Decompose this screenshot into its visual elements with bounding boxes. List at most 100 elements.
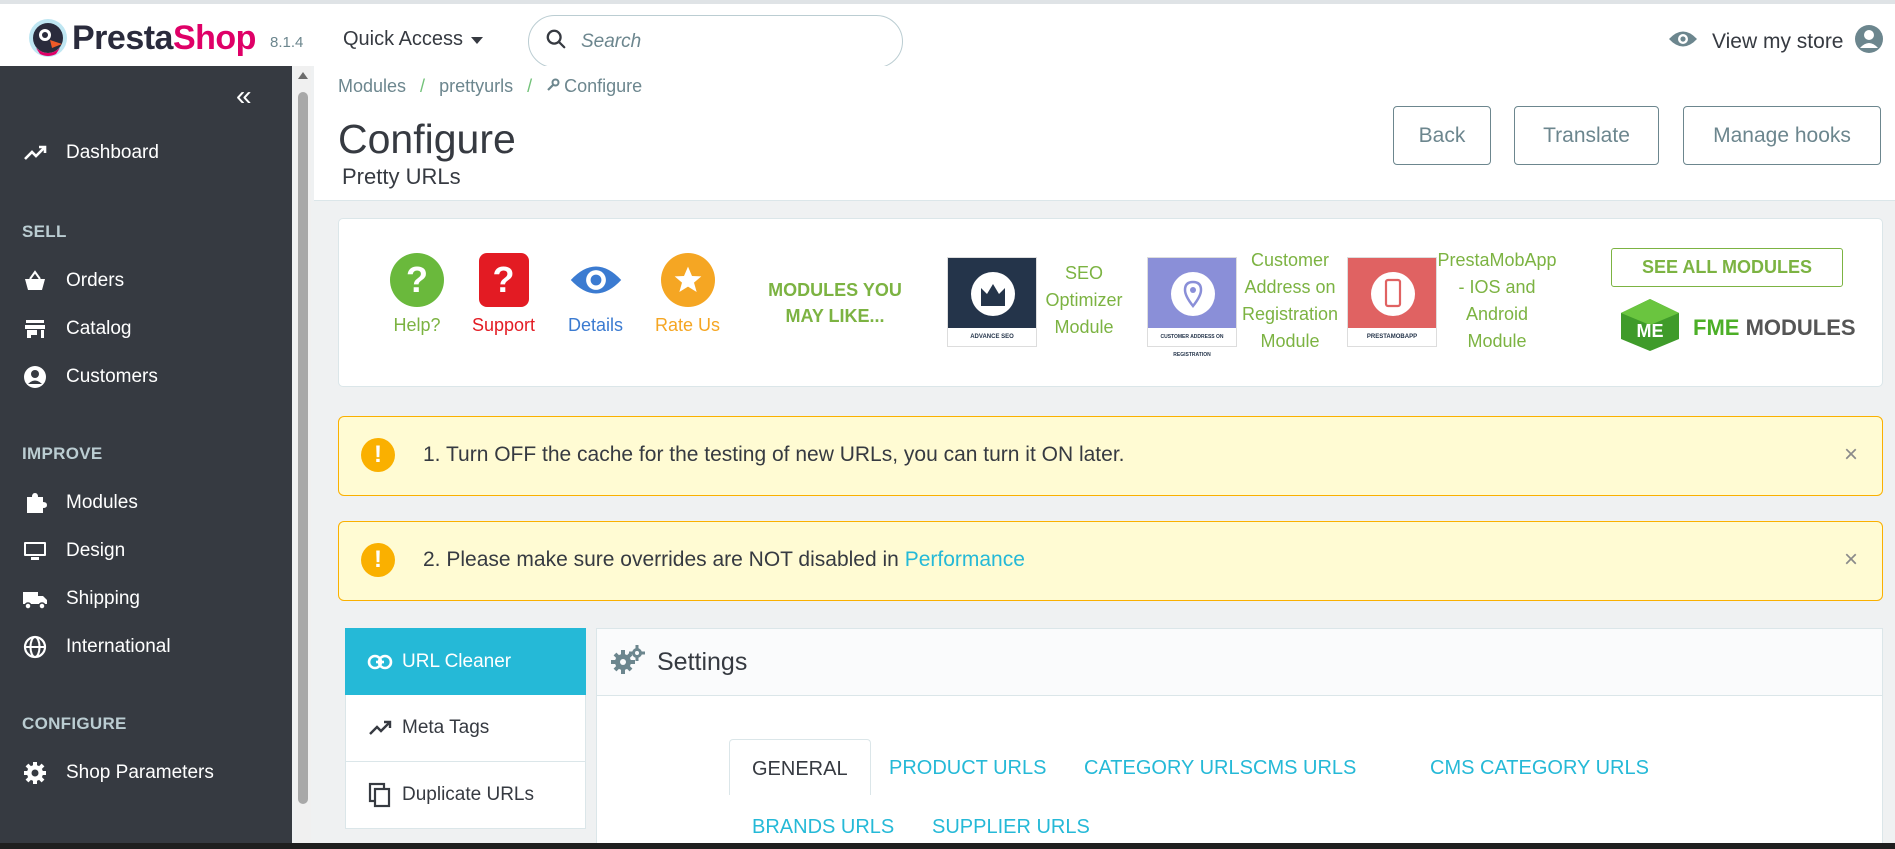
subtab-supplier-urls[interactable]: SUPPLIER URLS	[932, 816, 1090, 839]
fme-modules-text: FME MODULES	[1693, 315, 1856, 341]
promo-line: Module	[1260, 331, 1320, 351]
collapse-sidebar-icon[interactable]: «	[236, 82, 252, 110]
details-action[interactable]: Details	[568, 253, 623, 336]
rate-us-label: Rate Us	[655, 315, 721, 335]
subtab-general[interactable]: GENERAL	[729, 739, 871, 795]
sidebar-scrollbar[interactable]	[295, 66, 311, 849]
promo-line: Android	[1465, 304, 1529, 324]
back-button[interactable]: Back	[1393, 106, 1491, 165]
settings-panel: Settings GENERAL PRODUCT URLS CATEGORY U…	[596, 628, 1883, 849]
settings-title: Settings	[657, 647, 748, 676]
sidebar-item-orders[interactable]: Orders	[22, 268, 124, 294]
breadcrumb-prettyurls[interactable]: prettyurls	[439, 76, 513, 97]
sidebar-section-configure: CONFIGURE	[22, 714, 127, 733]
trending-up-icon	[366, 714, 394, 742]
sidebar-item-design[interactable]: Design	[22, 538, 125, 564]
breadcrumb-modules[interactable]: Modules	[338, 76, 406, 97]
page-header: Modules / prettyurls / Configure Configu…	[314, 66, 1895, 201]
support-bubble-icon: ?	[478, 253, 529, 307]
page-title: Configure	[338, 116, 516, 162]
breadcrumb: Modules / prettyurls / Configure	[338, 76, 642, 97]
support-label: Support	[472, 315, 536, 335]
tab-label: Meta Tags	[402, 717, 490, 738]
rate-us-action[interactable]: Rate Us	[655, 253, 720, 336]
tab-label: Duplicate URLs	[402, 784, 534, 805]
sidebar-item-dashboard[interactable]: Dashboard	[22, 140, 159, 166]
tab-duplicate-urls[interactable]: Duplicate URLs	[345, 762, 586, 829]
sidebar-item-shop-parameters[interactable]: Shop Parameters	[22, 760, 214, 786]
support-action[interactable]: ? Support	[472, 253, 535, 336]
quick-access-dropdown[interactable]: Quick Access	[343, 28, 484, 51]
sidebar-item-modules[interactable]: Modules	[22, 490, 138, 516]
scroll-up-arrow-icon[interactable]	[298, 72, 308, 79]
copy-icon	[366, 781, 394, 809]
subtab-product-urls[interactable]: PRODUCT URLS	[889, 757, 1046, 780]
help-action[interactable]: ? Help?	[390, 253, 444, 336]
sidebar-item-international[interactable]: International	[22, 634, 171, 660]
cogs-icon	[611, 644, 645, 680]
alert-message-text: 2. Please make sure overrides are NOT di…	[423, 548, 905, 571]
promo-line: PrestaMobApp	[1437, 250, 1557, 270]
prestashop-logo[interactable]: PrestaShop	[28, 18, 256, 58]
promo-line: Customer	[1250, 250, 1330, 270]
advance-seo-thumbnail[interactable]: ADVANCE SEO	[947, 257, 1037, 347]
version-label: 8.1.4	[270, 34, 304, 51]
promo-line: Module	[1054, 317, 1114, 337]
sidebar-item-catalog[interactable]: Catalog	[22, 316, 132, 342]
search-input[interactable]	[581, 30, 861, 53]
subtab-cms-urls[interactable]: CMS URLS	[1253, 757, 1356, 780]
globe-icon	[22, 634, 48, 660]
promo-line: Module	[1467, 331, 1527, 351]
subtab-cms-category-urls[interactable]: CMS CATEGORY URLS	[1430, 757, 1649, 780]
sidebar-item-label: Modules	[66, 492, 138, 513]
performance-link[interactable]: Performance	[905, 548, 1025, 571]
tab-label: URL Cleaner	[402, 650, 512, 672]
customer-address-thumbnail[interactable]: CUSTOMER ADDRESS ON REGISTRATION	[1147, 257, 1237, 358]
logo-shop-text: Shop	[172, 18, 256, 57]
view-my-store-link[interactable]: View my store	[1668, 24, 1884, 60]
sidebar-item-customers[interactable]: Customers	[22, 364, 158, 390]
star-icon	[660, 253, 715, 307]
trending-up-icon	[22, 140, 48, 166]
alert-message: 1. Turn OFF the cache for the testing of…	[423, 443, 1125, 466]
alert-message: 2. Please make sure overrides are NOT di…	[423, 548, 1025, 572]
fme-text: FME	[1693, 314, 1740, 340]
exclamation-circle-icon: !	[361, 438, 395, 472]
fme-modules-logo[interactable]: ME FME MODULES	[1617, 297, 1856, 358]
puffin-logo-icon	[28, 18, 68, 58]
search-box[interactable]	[528, 15, 903, 68]
translate-button[interactable]: Translate	[1514, 106, 1659, 165]
promo-customer-address-link[interactable]: Customer Address on Registration Module	[1236, 247, 1344, 355]
promo-prestamobapp-link[interactable]: PrestaMobApp - IOS and Android Module	[1437, 247, 1557, 355]
advance-seo-caption: ADVANCE SEO	[948, 328, 1036, 346]
promo-seo-optimizer-link[interactable]: SEO Optimizer Module	[1044, 260, 1124, 341]
sidebar-item-label: International	[66, 636, 171, 657]
see-all-modules-button[interactable]: SEE ALL MODULES	[1611, 248, 1843, 287]
truck-icon	[22, 586, 48, 612]
tab-url-cleaner[interactable]: URL Cleaner	[345, 628, 586, 695]
store-icon	[22, 316, 48, 342]
sidebar-item-label: Customers	[66, 366, 158, 387]
tab-meta-tags[interactable]: Meta Tags	[345, 695, 586, 762]
sidebar-item-shipping[interactable]: Shipping	[22, 586, 140, 612]
subtab-category-urls[interactable]: CATEGORY URLS	[1084, 757, 1253, 780]
close-icon[interactable]: ×	[1844, 546, 1858, 574]
promo-line: - IOS and	[1458, 277, 1536, 297]
logo-presta-text: Presta	[72, 18, 173, 57]
subtab-brands-urls[interactable]: BRANDS URLS	[752, 816, 894, 839]
sidebar-item-label: Shop Parameters	[66, 762, 214, 783]
sidebar-item-label: Catalog	[66, 318, 132, 339]
exclamation-circle-icon: !	[361, 543, 395, 577]
sidebar-item-label: Dashboard	[66, 142, 159, 163]
prestamobapp-thumbnail[interactable]: PRESTAMOBAPP	[1347, 257, 1437, 347]
question-circle-icon: ?	[390, 253, 444, 307]
sidebar-item-label: Orders	[66, 270, 125, 291]
manage-hooks-button[interactable]: Manage hooks	[1683, 106, 1881, 165]
close-icon[interactable]: ×	[1844, 441, 1858, 469]
employee-avatar-icon[interactable]	[1854, 24, 1884, 60]
scrollbar-thumb[interactable]	[298, 92, 308, 804]
fme-cube-icon: ME	[1617, 297, 1683, 358]
sidebar-item-label: Shipping	[66, 588, 140, 609]
warning-alert-overrides: ! 2. Please make sure overrides are NOT …	[338, 521, 1883, 601]
search-icon	[545, 28, 567, 55]
